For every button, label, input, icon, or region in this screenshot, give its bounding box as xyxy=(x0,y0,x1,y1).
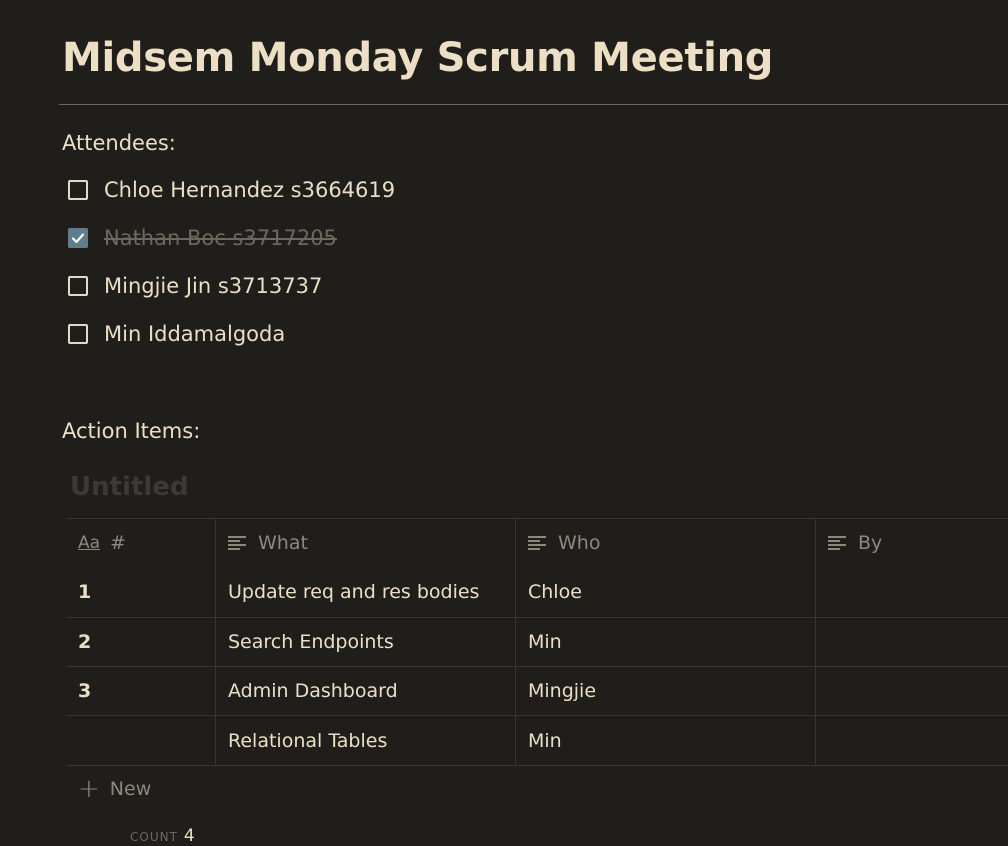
todo-item[interactable]: Min Iddamalgoda xyxy=(68,321,285,347)
table-cell-what[interactable]: Relational Tables xyxy=(228,729,387,753)
action-items-label[interactable]: Action Items: xyxy=(62,417,200,445)
todo-item[interactable]: Chloe Hernandez s3664619 xyxy=(68,177,395,203)
action-items-table: Aa # What Who By 1 Update req and res bo… xyxy=(66,518,1008,768)
todo-item[interactable]: Nathan Boc s3717205 xyxy=(68,225,337,251)
text-property-icon xyxy=(828,536,846,550)
table-cell-who[interactable]: Min xyxy=(528,630,562,654)
checkbox[interactable] xyxy=(68,324,88,344)
column-header-label: By xyxy=(858,532,883,554)
table-cell-number[interactable]: 2 xyxy=(78,630,91,654)
column-header-who[interactable]: Who xyxy=(528,532,600,554)
table-cell-what[interactable]: Search Endpoints xyxy=(228,630,394,654)
todo-text[interactable]: Chloe Hernandez s3664619 xyxy=(104,177,395,203)
table-cell-number[interactable]: 1 xyxy=(78,580,91,604)
table-cell-what[interactable]: Update req and res bodies xyxy=(228,580,479,604)
count-label: COUNT xyxy=(130,830,178,844)
table-cell-who[interactable]: Chloe xyxy=(528,580,582,604)
checkbox[interactable] xyxy=(68,276,88,296)
table-cell-number[interactable]: 3 xyxy=(78,679,91,703)
text-property-icon xyxy=(228,536,246,550)
new-row-button[interactable]: + New xyxy=(78,776,151,802)
table-border xyxy=(66,666,1008,667)
title-divider xyxy=(59,104,1008,105)
table-cell-who[interactable]: Mingjie xyxy=(528,679,596,703)
todo-text[interactable]: Min Iddamalgoda xyxy=(104,321,285,347)
table-border xyxy=(66,617,1008,618)
table-cell-who[interactable]: Min xyxy=(528,729,562,753)
column-divider xyxy=(215,518,216,766)
text-property-icon xyxy=(528,536,546,550)
column-header-label: Who xyxy=(558,532,601,554)
todo-text[interactable]: Nathan Boc s3717205 xyxy=(104,225,337,251)
page-title[interactable]: Midsem Monday Scrum Meeting xyxy=(62,30,773,86)
count-aggregate[interactable]: COUNT 4 xyxy=(130,826,195,846)
checkmark-icon xyxy=(71,233,85,244)
table-border xyxy=(66,765,1008,766)
plus-icon: + xyxy=(78,774,100,804)
table-border xyxy=(66,715,1008,716)
column-divider xyxy=(515,518,516,766)
new-row-label: New xyxy=(109,778,152,800)
count-value: 4 xyxy=(183,826,195,846)
table-cell-what[interactable]: Admin Dashboard xyxy=(228,679,398,703)
todo-text[interactable]: Mingjie Jin s3713737 xyxy=(104,273,322,299)
attendees-label[interactable]: Attendees: xyxy=(62,129,176,157)
title-property-icon: Aa xyxy=(78,533,101,553)
checkbox[interactable] xyxy=(68,180,88,200)
checkbox[interactable] xyxy=(68,228,88,248)
column-header-what[interactable]: What xyxy=(228,532,308,554)
todo-item[interactable]: Mingjie Jin s3713737 xyxy=(68,273,322,299)
database-title[interactable]: Untitled xyxy=(70,470,189,504)
column-header-label: # xyxy=(110,532,126,554)
column-header-by[interactable]: By xyxy=(828,532,882,554)
column-header-number[interactable]: Aa # xyxy=(78,532,126,554)
column-divider xyxy=(815,518,816,766)
table-border xyxy=(66,518,1008,519)
column-header-label: What xyxy=(258,532,308,554)
